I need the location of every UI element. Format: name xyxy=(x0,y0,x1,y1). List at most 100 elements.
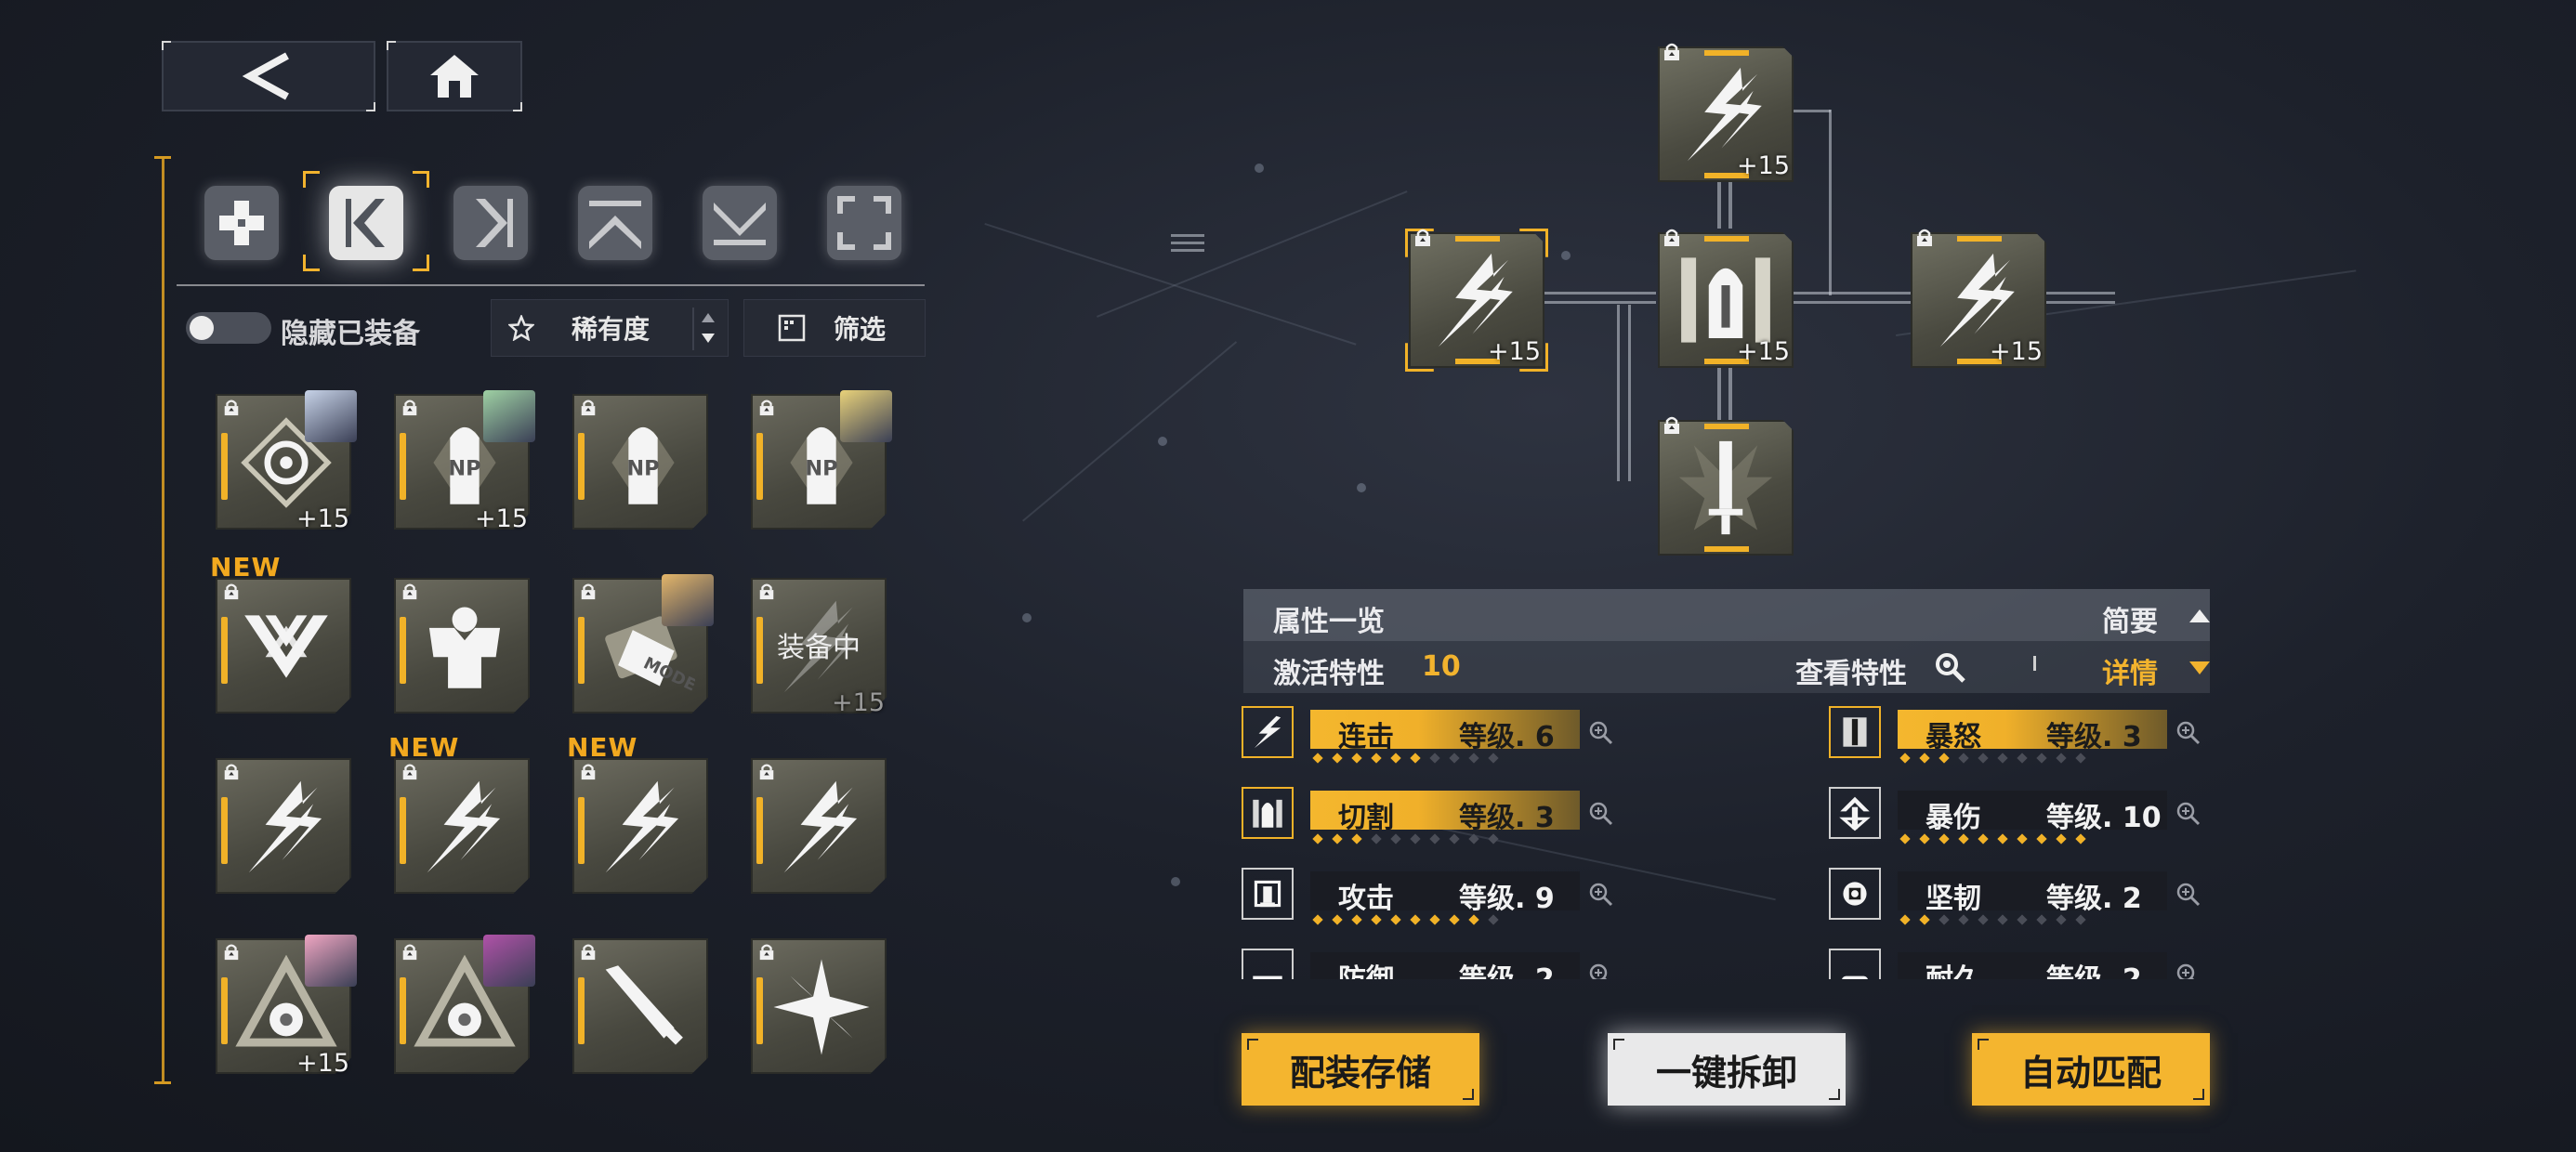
lock-icon xyxy=(1662,41,1682,61)
tab-right-chevron[interactable] xyxy=(444,177,537,269)
trait-row[interactable]: 暴伤 等级. 10 xyxy=(1829,787,2201,844)
inventory-item[interactable]: NP xyxy=(751,390,892,530)
trait-zoom-icon[interactable] xyxy=(2175,881,2201,907)
right-chevron-category-icon xyxy=(476,199,513,247)
tree-node-top[interactable]: +15 xyxy=(1658,43,1794,182)
magnifier-icon[interactable] xyxy=(1933,650,1966,684)
blade-icon xyxy=(591,955,695,1059)
hide-equipped-label: 隐藏已装备 xyxy=(281,318,420,350)
tab-up-chevron[interactable] xyxy=(569,177,662,269)
save-loadout-button[interactable]: 配装存储 xyxy=(1242,1033,1479,1106)
hide-equipped-toggle[interactable] xyxy=(186,312,271,344)
lock-icon xyxy=(1914,227,1935,247)
trait-name: 切割 xyxy=(1338,802,1394,834)
inventory-item[interactable]: NP +15 xyxy=(394,390,535,533)
summary-toggle[interactable]: 简要 xyxy=(2102,598,2158,639)
trait-level: 等级. 2 xyxy=(1459,956,1555,979)
character-portrait xyxy=(483,935,535,987)
triangle-down-icon[interactable] xyxy=(2188,660,2212,676)
filter-grid-icon xyxy=(778,314,806,342)
armor-icon xyxy=(413,595,517,699)
frame-bottom-tick xyxy=(154,1081,171,1084)
item-level: +15 xyxy=(296,504,349,533)
trait-row[interactable]: 防御 等级. 2 xyxy=(1242,949,1608,979)
filter-button[interactable]: 筛选 xyxy=(743,299,926,357)
triangle-up-icon[interactable] xyxy=(2188,608,2212,624)
inventory-item[interactable]: MODE xyxy=(572,574,714,713)
inventory-item[interactable] xyxy=(216,758,351,894)
up-chevron-category-icon xyxy=(589,201,641,249)
inventory-item[interactable] xyxy=(572,938,708,1074)
inventory-item[interactable] xyxy=(751,938,887,1074)
active-traits-row xyxy=(1243,641,2210,693)
home-button[interactable] xyxy=(387,41,522,111)
tab-frame[interactable] xyxy=(818,177,911,269)
trait-zoom-icon[interactable] xyxy=(1587,719,1613,745)
traits-list: 连击 等级. 6 暴怒 等级. 3 切割 等级. 3 暴伤 等级. 10 攻击 等级. 9 坚韧 等级… xyxy=(1242,706,2227,979)
inventory-item[interactable]: 装备中 +15 xyxy=(751,578,887,717)
tab-plus[interactable] xyxy=(195,177,288,269)
trait-row[interactable]: 切割 等级. 3 xyxy=(1242,787,1613,844)
trait-zoom-icon[interactable] xyxy=(1587,881,1613,907)
svg-text:NP: NP xyxy=(448,456,480,480)
chevron-left-icon xyxy=(242,52,289,100)
plus-category-icon xyxy=(219,201,264,245)
tab-down-chevron[interactable] xyxy=(693,177,786,269)
trait-name: 防御 xyxy=(1338,956,1394,979)
details-toggle[interactable]: 详情 xyxy=(2102,650,2158,691)
trait-row[interactable]: 攻击 等级. 9 xyxy=(1242,868,1613,925)
combo-icon xyxy=(1242,706,1294,758)
lightning-icon xyxy=(234,775,338,879)
character-portrait xyxy=(305,935,357,987)
left-chevron-category-icon xyxy=(346,199,385,247)
trait-progress xyxy=(1312,753,1574,764)
inventory-item[interactable]: +15 xyxy=(216,935,357,1078)
back-button[interactable] xyxy=(162,41,375,111)
tab-left-chevron[interactable] xyxy=(320,177,413,269)
inventory-item[interactable]: +15 xyxy=(216,390,357,533)
lock-icon xyxy=(221,398,242,416)
durability-icon xyxy=(1829,949,1881,979)
tree-node-right[interactable]: +15 xyxy=(1911,229,2046,368)
inventory-item[interactable]: NEW xyxy=(567,732,708,894)
left-frame-line xyxy=(162,156,164,1083)
trait-level: 等级. 9 xyxy=(1459,883,1555,915)
trait-zoom-icon[interactable] xyxy=(2175,800,2201,826)
down-chevron-category-icon xyxy=(714,203,766,245)
trait-zoom-icon[interactable] xyxy=(1587,962,1613,979)
trait-level: 等级. 3 xyxy=(1459,802,1555,834)
sort-label: 稀有度 xyxy=(572,314,651,345)
trait-row[interactable]: 暴怒 等级. 3 xyxy=(1829,706,2201,764)
unequip-all-button[interactable]: 一键拆卸 xyxy=(1608,1033,1846,1106)
inventory-item[interactable]: NEW xyxy=(210,552,351,713)
tree-node-center[interactable]: +15 xyxy=(1658,229,1794,368)
trait-row[interactable]: 坚韧 等级. 2 xyxy=(1829,868,2201,925)
character-portrait xyxy=(662,574,714,626)
new-badge: NEW xyxy=(210,552,282,583)
inventory-item[interactable] xyxy=(394,935,535,1074)
lock-icon xyxy=(1413,227,1433,247)
inventory-item[interactable]: NP xyxy=(572,394,708,530)
item-level: +15 xyxy=(296,1049,349,1078)
auto-match-button[interactable]: 自动匹配 xyxy=(1972,1033,2210,1106)
np-capsule-icon: NP xyxy=(591,411,695,515)
trait-name: 连击 xyxy=(1338,721,1394,753)
inventory-item[interactable]: NEW xyxy=(388,732,530,894)
lock-icon xyxy=(756,582,777,600)
lock-icon xyxy=(578,762,598,780)
character-portrait xyxy=(840,390,892,442)
trait-zoom-icon[interactable] xyxy=(2175,962,2201,979)
view-traits-button[interactable]: 查看特性 xyxy=(1795,650,1907,691)
trait-zoom-icon[interactable] xyxy=(1587,800,1613,826)
trait-row[interactable]: 连击 等级. 6 xyxy=(1242,706,1613,764)
tree-node-left[interactable]: +15 xyxy=(1405,229,1548,372)
trait-row[interactable]: 耐久 等级. 2 xyxy=(1829,949,2195,979)
inventory-item[interactable] xyxy=(751,758,887,894)
sort-toggle-icon[interactable] xyxy=(698,311,718,345)
trait-zoom-icon[interactable] xyxy=(2175,719,2201,745)
sort-dropdown[interactable]: 稀有度 xyxy=(491,299,729,357)
inventory-item[interactable] xyxy=(394,578,530,713)
trait-level: 等级. 6 xyxy=(1459,721,1555,753)
trait-progress xyxy=(1899,833,2162,844)
tree-node-bottom[interactable] xyxy=(1658,416,1794,556)
